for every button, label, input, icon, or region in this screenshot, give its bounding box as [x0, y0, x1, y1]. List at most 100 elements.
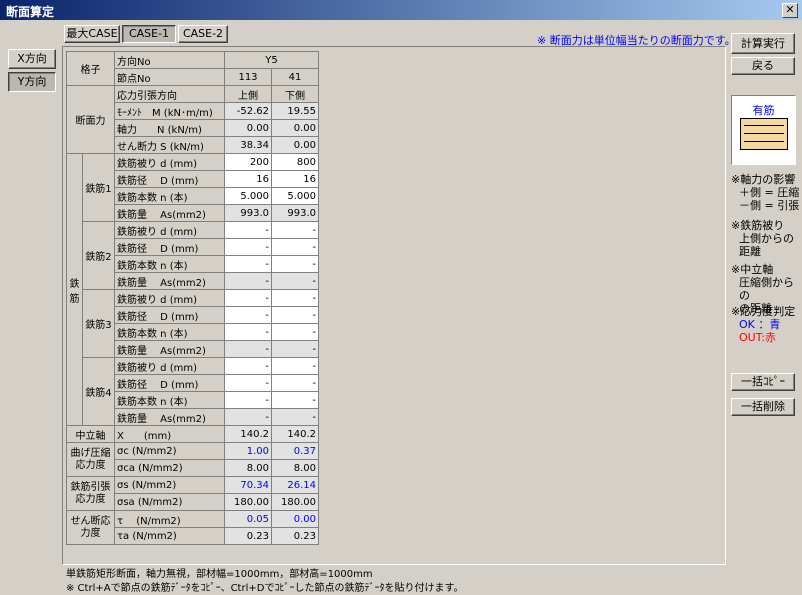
shortcut-note: ※ Ctrl+Aで節点の鉄筋ﾃﾞｰﾀをｺﾋﾟｰ、Ctrl+Dでｺﾋﾟｰした節点の…	[66, 583, 464, 594]
rebar-cell[interactable]: -	[224, 255, 272, 273]
y-direction-button[interactable]: Y方向	[8, 72, 56, 92]
tab-case-2[interactable]: CASE-2	[178, 25, 228, 43]
rebar-row-label: 鉄筋本数 n (本)	[114, 323, 225, 341]
rebar-cell[interactable]: -	[271, 289, 319, 307]
rebar-row-label: 鉄筋被り d (mm)	[114, 153, 225, 171]
taua-1: 0.23	[224, 527, 272, 545]
ss-label: σs (N/mm2)	[114, 476, 225, 494]
axial-note: ※軸力の影響 ＋側 = 圧縮 －側 = 引張	[731, 173, 800, 212]
x-label: X (mm)	[114, 425, 225, 443]
moment-2: 19.55	[271, 102, 319, 120]
rebar-cell[interactable]: -	[271, 374, 319, 392]
rebar-cell: -	[224, 272, 272, 290]
rebar-cell[interactable]: -	[271, 391, 319, 409]
rebar-cell[interactable]: -	[224, 323, 272, 341]
x-2: 140.2	[271, 425, 319, 443]
rebar-cell[interactable]: -	[224, 221, 272, 239]
rebar-row-label: 鉄筋本数 n (本)	[114, 255, 225, 273]
title-bar: 断面算定 ✕	[0, 0, 802, 20]
stress-dir-label: 応力引張方向	[114, 85, 225, 103]
section-table: 格子 方向No Y5 節点No 113 41 断面力 応力引張方向 上側 下側 …	[66, 51, 319, 545]
rebar-label: 鉄筋	[66, 153, 83, 426]
axial-label: 軸力 N (kN/m)	[114, 119, 225, 137]
neutral-axis-label: 中立軸	[66, 425, 115, 443]
rebar-cell: -	[271, 272, 319, 290]
ss-2: 26.14	[271, 476, 319, 494]
sca-label: σca (N/mm2)	[114, 459, 225, 477]
stress-dir-2: 下側	[271, 85, 319, 103]
taua-label: τa (N/mm2)	[114, 527, 225, 545]
shear-label: せん断力 S (kN/m)	[114, 136, 225, 154]
sca-2: 8.00	[271, 459, 319, 477]
rebar-cell: -	[271, 408, 319, 426]
rebar-cell: -	[224, 340, 272, 358]
rebar-row-label: 鉄筋被り d (mm)	[114, 221, 225, 239]
ok-legend: OK ：青	[739, 318, 781, 331]
stress-dir-1: 上側	[224, 85, 272, 103]
delete-all-button[interactable]: 一括削除	[731, 398, 795, 416]
section-rect	[740, 118, 788, 150]
rebar-cell[interactable]: -	[271, 238, 319, 256]
rebar-row-label: 鉄筋径 D (mm)	[114, 238, 225, 256]
x-direction-button[interactable]: X方向	[8, 49, 56, 69]
tension-stress-label: 鉄筋引張応力度	[66, 476, 115, 511]
taua-2: 0.23	[271, 527, 319, 545]
dir-value: Y5	[224, 51, 319, 69]
rebar-cell[interactable]: -	[224, 289, 272, 307]
rebar-cell[interactable]: -	[271, 306, 319, 324]
sc-1: 1.00	[224, 442, 272, 460]
rebar-row-label: 鉄筋本数 n (本)	[114, 187, 225, 205]
rebar-cell[interactable]: 800	[271, 153, 319, 171]
grid-label: 格子	[66, 51, 115, 86]
rebar-cell[interactable]: -	[224, 306, 272, 324]
rebar-row-label: 鉄筋量 As(mm2)	[114, 204, 225, 222]
rebar-cell[interactable]: -	[224, 391, 272, 409]
tab-case-1[interactable]: CASE-1	[122, 25, 176, 43]
bending-stress-label: 曲げ圧縮応力度	[66, 442, 115, 477]
dir-label: 方向No	[114, 51, 225, 69]
rebar-cell[interactable]: 200	[224, 153, 272, 171]
tau-2: 0.00	[271, 510, 319, 528]
rebar-cell[interactable]: 16	[271, 170, 319, 188]
rebar-cell[interactable]: -	[271, 255, 319, 273]
rebar-cell[interactable]: -	[224, 357, 272, 375]
ssa-label: σsa (N/mm2)	[114, 493, 225, 511]
rebar-row-label: 鉄筋量 As(mm2)	[114, 272, 225, 290]
rebar-row-label: 鉄筋径 D (mm)	[114, 306, 225, 324]
axial-2: 0.00	[271, 119, 319, 137]
rebar-cell[interactable]: 5.000	[271, 187, 319, 205]
sc-2: 0.37	[271, 442, 319, 460]
rebar-group-1: 鉄筋1	[82, 153, 115, 222]
rebar-cell: -	[271, 340, 319, 358]
rebar-diagram-label: 有筋	[752, 104, 775, 117]
copy-all-button[interactable]: 一括ｺﾋﾟｰ	[731, 373, 795, 391]
tau-label: τ (N/mm2)	[114, 510, 225, 528]
rebar-cell[interactable]: 16	[224, 170, 272, 188]
rebar-cell[interactable]: -	[271, 323, 319, 341]
back-button[interactable]: 戻る	[731, 57, 795, 75]
rebar-row-label: 鉄筋径 D (mm)	[114, 374, 225, 392]
moment-1: -52.62	[224, 102, 272, 120]
section-info-note: 単鉄筋矩形断面，軸力無視，部材幅=1000mm，部材高=1000mm	[66, 569, 373, 580]
section-force-label: 断面力	[66, 85, 115, 154]
moment-label: ﾓｰﾒﾝﾄ M (kN･m/m)	[114, 102, 225, 120]
ssa-1: 180.00	[224, 493, 272, 511]
x-1: 140.2	[224, 425, 272, 443]
rebar-cell[interactable]: 5.000	[224, 187, 272, 205]
rebar-cell[interactable]: -	[271, 221, 319, 239]
calc-button[interactable]: 計算実行	[731, 33, 795, 54]
rebar-row-label: 鉄筋本数 n (本)	[114, 391, 225, 409]
judge-note: ※応力度判定 OK ：青 OUT:赤	[731, 305, 796, 344]
node-1: 113	[224, 68, 272, 86]
rebar-cell: 993.0	[224, 204, 272, 222]
node-2: 41	[271, 68, 319, 86]
tab-max-case[interactable]: 最大CASE	[64, 25, 120, 43]
shear-1: 38.34	[224, 136, 272, 154]
close-button[interactable]: ✕	[782, 3, 798, 18]
sc-label: σc (N/mm2)	[114, 442, 225, 460]
rebar-cell[interactable]: -	[271, 357, 319, 375]
ssa-2: 180.00	[271, 493, 319, 511]
node-label: 節点No	[114, 68, 225, 86]
rebar-cell[interactable]: -	[224, 374, 272, 392]
rebar-cell[interactable]: -	[224, 238, 272, 256]
